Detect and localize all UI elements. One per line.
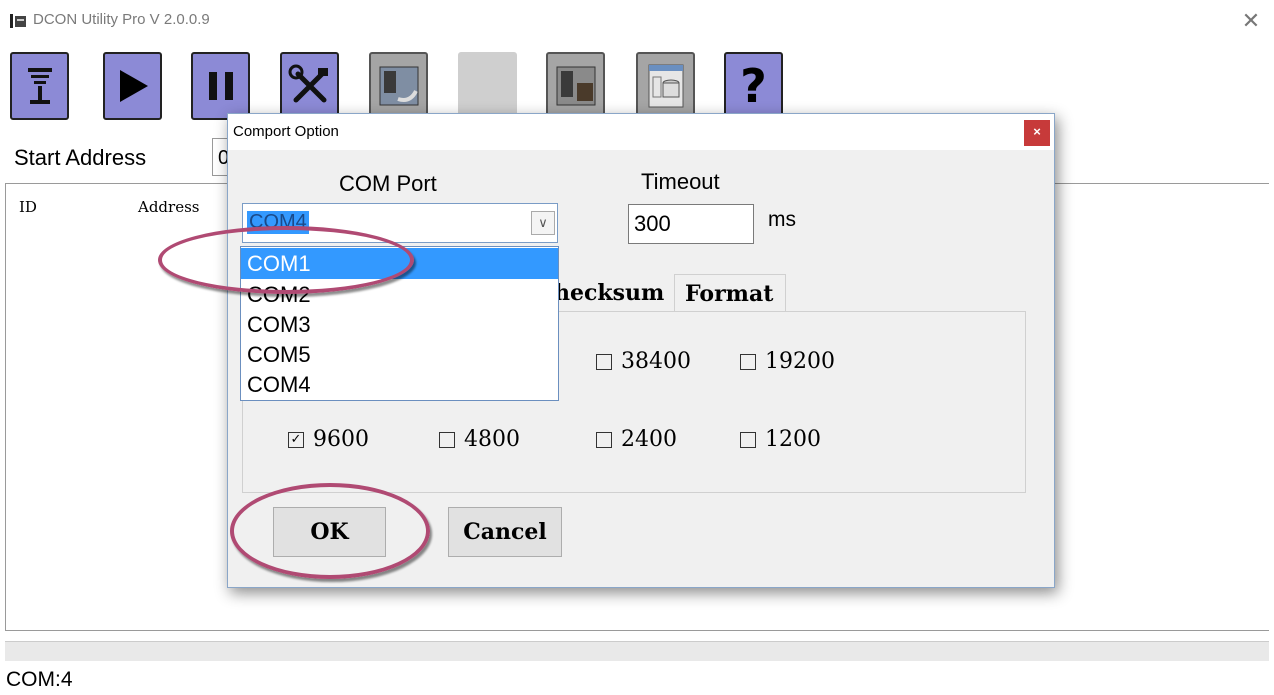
checkbox-icon bbox=[740, 431, 756, 448]
horizontal-scrollbar[interactable] bbox=[5, 641, 1269, 661]
checkbox-icon bbox=[439, 431, 455, 448]
status-bar-text: COM:4 bbox=[6, 668, 73, 691]
timeout-unit: ms bbox=[768, 208, 796, 231]
baud-label: 4800 bbox=[464, 427, 520, 452]
dialog-close-button[interactable]: × bbox=[1024, 120, 1050, 146]
module-icon bbox=[379, 66, 418, 106]
chevron-down-icon[interactable]: ∨ bbox=[531, 211, 555, 235]
timeout-label: Timeout bbox=[641, 169, 720, 194]
device-icon bbox=[556, 66, 595, 106]
baud-label: 9600 bbox=[313, 427, 369, 452]
dialog-title-bar: Comport Option × bbox=[228, 114, 1054, 150]
start-button[interactable] bbox=[103, 52, 162, 120]
pause-button[interactable] bbox=[191, 52, 250, 120]
baud-label: 38400 bbox=[621, 349, 691, 374]
cancel-button[interactable]: Cancel bbox=[448, 507, 562, 557]
ok-button[interactable]: OK bbox=[273, 507, 386, 557]
com-port-dropdown-list: COM1 COM2 COM3 COM5 COM4 bbox=[240, 246, 559, 401]
com-port-option[interactable]: COM2 bbox=[241, 279, 558, 310]
baud-checkbox-38400[interactable]: 38400 bbox=[596, 349, 691, 374]
baud-label: 2400 bbox=[621, 427, 677, 452]
search-button[interactable] bbox=[10, 52, 69, 120]
com-port-option[interactable]: COM3 bbox=[241, 309, 558, 340]
timeout-input[interactable]: 300 bbox=[628, 204, 754, 244]
baud-label: 1200 bbox=[765, 427, 821, 452]
checkbox-icon bbox=[596, 431, 612, 448]
baud-checkbox-9600[interactable]: ✓ 9600 bbox=[288, 427, 369, 452]
title-bar: DCON Utility Pro V 2.0.0.9 ✕ bbox=[0, 0, 1274, 42]
tab-checksum[interactable]: hecksum bbox=[548, 274, 674, 312]
pause-icon bbox=[208, 72, 233, 100]
tools-icon bbox=[288, 64, 328, 103]
dialog-title: Comport Option bbox=[233, 123, 339, 140]
baud-checkbox-4800[interactable]: 4800 bbox=[439, 427, 520, 452]
tab-format[interactable]: Format bbox=[674, 274, 786, 312]
column-header-id: ID bbox=[19, 198, 37, 216]
checkbox-icon bbox=[596, 353, 612, 370]
help-icon: ? bbox=[740, 59, 767, 113]
com-port-selected-value: COM4 bbox=[247, 211, 309, 234]
play-icon bbox=[119, 70, 148, 102]
module-button[interactable] bbox=[369, 52, 428, 120]
com-port-option[interactable]: COM1 bbox=[241, 248, 558, 279]
com-port-option[interactable]: COM5 bbox=[241, 339, 558, 370]
blank-button[interactable] bbox=[458, 52, 517, 120]
window-close-button[interactable]: ✕ bbox=[1236, 6, 1266, 36]
window-title: DCON Utility Pro V 2.0.0.9 bbox=[33, 11, 210, 28]
checkbox-icon bbox=[740, 353, 756, 370]
baud-checkbox-1200[interactable]: 1200 bbox=[740, 427, 821, 452]
help-button[interactable]: ? bbox=[724, 52, 783, 120]
database-button[interactable] bbox=[636, 52, 695, 120]
antenna-icon bbox=[27, 68, 52, 104]
start-address-label: Start Address bbox=[14, 145, 147, 170]
database-icon bbox=[648, 64, 683, 108]
column-header-address: Address bbox=[138, 198, 200, 216]
device-button[interactable] bbox=[546, 52, 605, 120]
com-port-option[interactable]: COM4 bbox=[241, 369, 558, 400]
checkbox-checked-icon: ✓ bbox=[288, 431, 304, 448]
app-logo-icon bbox=[10, 14, 26, 28]
settings-button[interactable] bbox=[280, 52, 339, 120]
baud-checkbox-19200[interactable]: 19200 bbox=[740, 349, 835, 374]
com-port-label: COM Port bbox=[339, 171, 437, 196]
com-port-select[interactable]: COM4 ∨ bbox=[242, 203, 558, 243]
baud-checkbox-2400[interactable]: 2400 bbox=[596, 427, 677, 452]
baud-label: 19200 bbox=[765, 349, 835, 374]
